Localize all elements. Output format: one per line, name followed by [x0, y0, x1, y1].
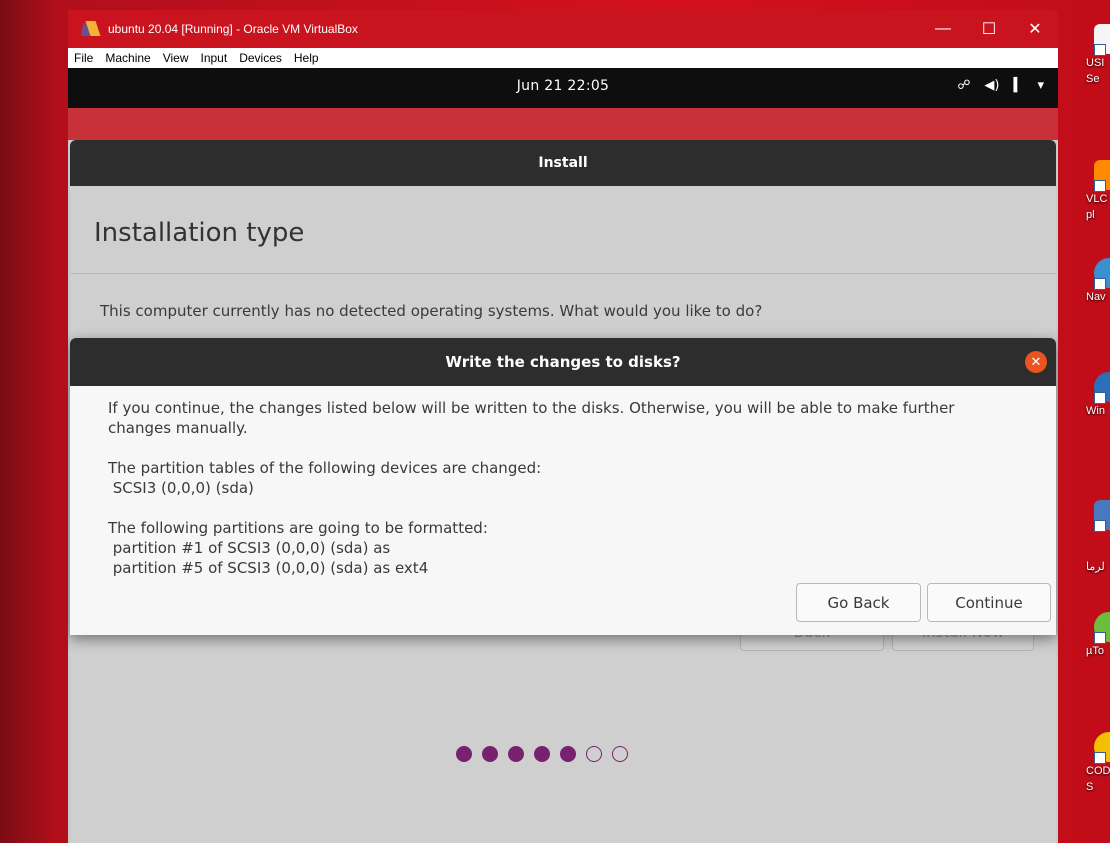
vbox-menubar: File Machine View Input Devices Help — [68, 48, 1058, 68]
document-app-icon — [1094, 500, 1110, 532]
minimize-button[interactable]: — — [920, 10, 966, 48]
vbox-window-title: ubuntu 20.04 [Running] - Oracle VM Virtu… — [108, 22, 358, 36]
partition-tables-heading: The partition tables of the following de… — [108, 459, 542, 477]
dialog-actions: Go Back Continue — [796, 583, 1051, 622]
menu-machine[interactable]: Machine — [99, 51, 156, 65]
virtualbox-logo-icon — [80, 20, 100, 38]
maximize-button[interactable]: ☐ — [966, 10, 1012, 48]
dialog-intro-line: If you continue, the changes listed belo… — [108, 399, 955, 417]
desktop-shortcut-cod[interactable]: COD S — [1086, 732, 1110, 794]
menu-file[interactable]: File — [68, 51, 99, 65]
battery-icon: ▍ — [1013, 78, 1024, 93]
menu-devices[interactable]: Devices — [233, 51, 288, 65]
partition-device: SCSI3 (0,0,0) (sda) — [108, 479, 254, 497]
guest-screen[interactable]: Jun 21 22:05 ☍ ◀) ▍ ▾ Install Installati… — [68, 68, 1058, 843]
desktop-shortcut-navigator[interactable]: Nav — [1086, 258, 1110, 304]
desktop-shortcut-usb[interactable]: USI Se — [1086, 24, 1110, 86]
volume-icon: ◀) — [984, 78, 1000, 93]
dialog-body: If you continue, the changes listed belo… — [70, 386, 1056, 578]
menu-input[interactable]: Input — [195, 51, 234, 65]
dropdown-icon: ▾ — [1037, 78, 1044, 93]
installation-question: This computer currently has no detected … — [100, 302, 763, 320]
system-tray[interactable]: ☍ ◀) ▍ ▾ — [957, 78, 1044, 93]
progress-dot — [508, 746, 524, 762]
progress-dots — [456, 746, 628, 762]
desktop-shortcut-utorrent[interactable]: µTo — [1086, 612, 1110, 658]
cod-app-icon — [1094, 732, 1110, 764]
close-icon[interactable]: ✕ — [1025, 351, 1047, 373]
network-icon: ☍ — [957, 78, 971, 93]
progress-dot — [482, 746, 498, 762]
installer-titlebar: Install — [70, 140, 1056, 186]
vlc-app-icon — [1094, 160, 1110, 192]
close-button[interactable]: ✕ — [1012, 10, 1058, 48]
usb-app-icon — [1094, 24, 1110, 56]
virtualbox-window: ubuntu 20.04 [Running] - Oracle VM Virtu… — [68, 10, 1058, 843]
clock[interactable]: Jun 21 22:05 — [68, 78, 1058, 94]
progress-dot — [612, 746, 628, 762]
desktop-shortcut-windows[interactable]: Win — [1086, 372, 1110, 418]
desktop-shortcut-arabic[interactable]: لرما — [1086, 500, 1110, 574]
menu-help[interactable]: Help — [288, 51, 325, 65]
navigator-app-icon — [1094, 258, 1110, 290]
gnome-top-bar: Jun 21 22:05 ☍ ◀) ▍ ▾ — [68, 68, 1058, 108]
installer-title: Install — [538, 155, 588, 171]
progress-dot — [534, 746, 550, 762]
page-title: Installation type — [94, 218, 305, 248]
vbox-titlebar[interactable]: ubuntu 20.04 [Running] - Oracle VM Virtu… — [68, 10, 1058, 48]
desktop-shortcut-vlc[interactable]: VLC pl — [1086, 160, 1110, 222]
progress-dot — [560, 746, 576, 762]
ubuntu-wallpaper — [68, 108, 1058, 140]
format-heading: The following partitions are going to be… — [108, 519, 488, 537]
menu-view[interactable]: View — [157, 51, 195, 65]
continue-button[interactable]: Continue — [927, 583, 1051, 622]
dialog-titlebar: Write the changes to disks? ✕ — [70, 338, 1056, 386]
dialog-title: Write the changes to disks? — [445, 353, 681, 371]
go-back-button[interactable]: Go Back — [796, 583, 921, 622]
format-item: partition #1 of SCSI3 (0,0,0) (sda) as — [108, 539, 391, 557]
utorrent-app-icon — [1094, 612, 1110, 644]
write-changes-dialog: Write the changes to disks? ✕ If you con… — [70, 338, 1056, 635]
progress-dot — [586, 746, 602, 762]
progress-dot — [456, 746, 472, 762]
format-item: partition #5 of SCSI3 (0,0,0) (sda) as e… — [108, 559, 429, 577]
dialog-intro-line: changes manually. — [108, 419, 248, 437]
windows-app-icon — [1094, 372, 1110, 404]
